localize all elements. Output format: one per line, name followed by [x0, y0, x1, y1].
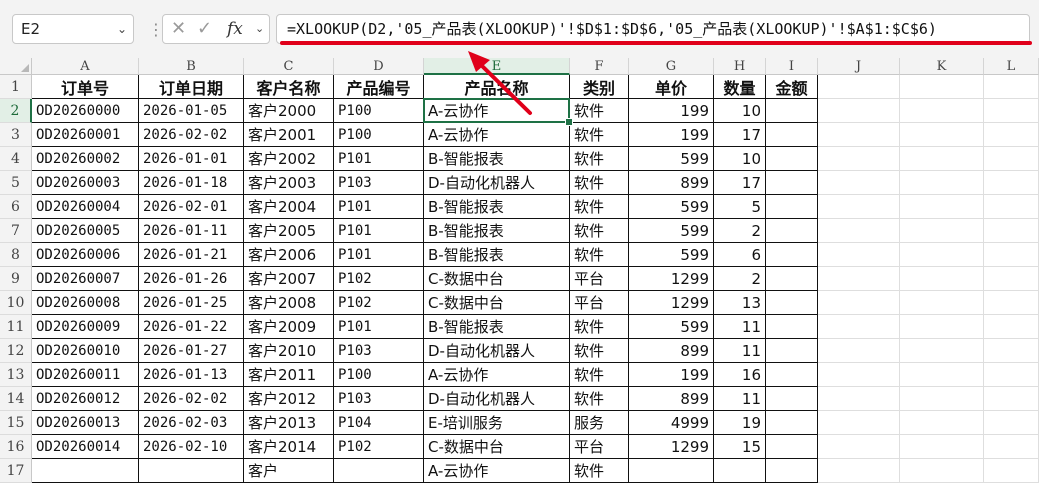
- annotation-arrow: [468, 51, 532, 115]
